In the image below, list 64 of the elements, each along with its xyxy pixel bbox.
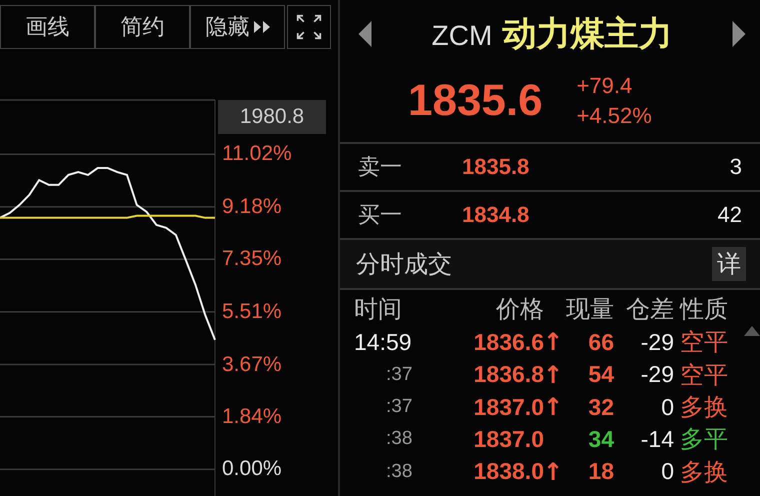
trade-time: :37 [385,396,414,418]
axis-label: 11.02% [221,141,293,168]
detail-button[interactable]: 详 [712,247,746,281]
trade-price: 1838.0 [472,458,544,486]
previous-arrow-icon[interactable] [358,21,372,47]
trade-type: 多换 [679,393,729,424]
contract-code: ZCM [432,20,492,52]
column-header: 时间 [354,295,403,326]
open-interest-change: 0 [660,394,674,421]
percent-change: +4.52% [576,102,652,130]
open-interest-change: 0 [660,458,674,486]
trade-volume: 32 [587,394,614,421]
order-price: 1835.8 [462,154,530,180]
price-tooltip: 1980.8 [218,100,326,134]
axis-label: 3.67% [221,352,283,378]
contract-name: 动力煤主力 [502,14,672,55]
trade-price: 1837.0 [472,426,544,453]
trade-time: :38 [385,428,414,450]
hide-button[interactable]: 隐藏 [190,5,285,49]
trade-time: :38 [385,460,414,483]
open-interest-change: -29 [640,361,674,388]
axis-label: 7.35% [221,246,283,272]
up-arrow-icon: ↑ [542,458,564,486]
trade-volume: 66 [587,328,614,356]
order-volume: 42 [718,202,742,228]
trade-type: 空平 [679,328,729,358]
column-header: 现量 [565,295,614,326]
trade-volume: 18 [587,458,614,486]
next-arrow-icon[interactable] [732,21,746,47]
fullscreen-icon [296,14,322,40]
column-header: 性质 [678,295,729,326]
order-price: 1834.8 [462,202,530,228]
order-volume: 3 [730,154,742,180]
trade-price: 1836.8 [472,361,544,388]
trade-time: 14:59 [354,328,413,356]
scroll-up-icon[interactable] [744,326,760,336]
trade-time: :37 [385,364,414,386]
trade-volume: 54 [587,361,614,388]
trade-type: 多换 [679,458,729,488]
open-interest-change: -14 [640,426,674,453]
trade-price: 1836.6 [472,328,544,356]
order-label: 买一 [358,201,403,229]
axis-label: 5.51% [221,298,283,325]
double-triangle-icon [254,21,270,33]
trade-price: 1837.0 [472,394,544,421]
up-arrow-icon: ↑ [542,328,564,356]
open-interest-change: -29 [640,328,674,356]
section-title: 分时成交 [356,250,452,280]
last-price: 1835.6 [408,76,543,126]
axis-label: 0.00% [221,456,283,482]
up-arrow-icon: ↑ [542,393,564,422]
axis-label: 1.84% [221,404,283,430]
fullscreen-button[interactable] [287,5,331,49]
trade-type: 多平 [679,425,729,456]
order-label: 卖一 [358,153,403,181]
trade-volume: 34 [587,426,614,453]
toolbar-button[interactable]: 画线 [0,5,95,49]
column-header: 仓差 [625,295,674,326]
toolbar-button[interactable]: 简约 [95,5,190,49]
trade-type: 空平 [679,360,729,391]
column-header: 价格 [495,295,545,326]
up-arrow-icon: ↑ [542,360,564,389]
price-change: +79.4 [576,72,634,100]
axis-label: 9.18% [221,194,283,220]
